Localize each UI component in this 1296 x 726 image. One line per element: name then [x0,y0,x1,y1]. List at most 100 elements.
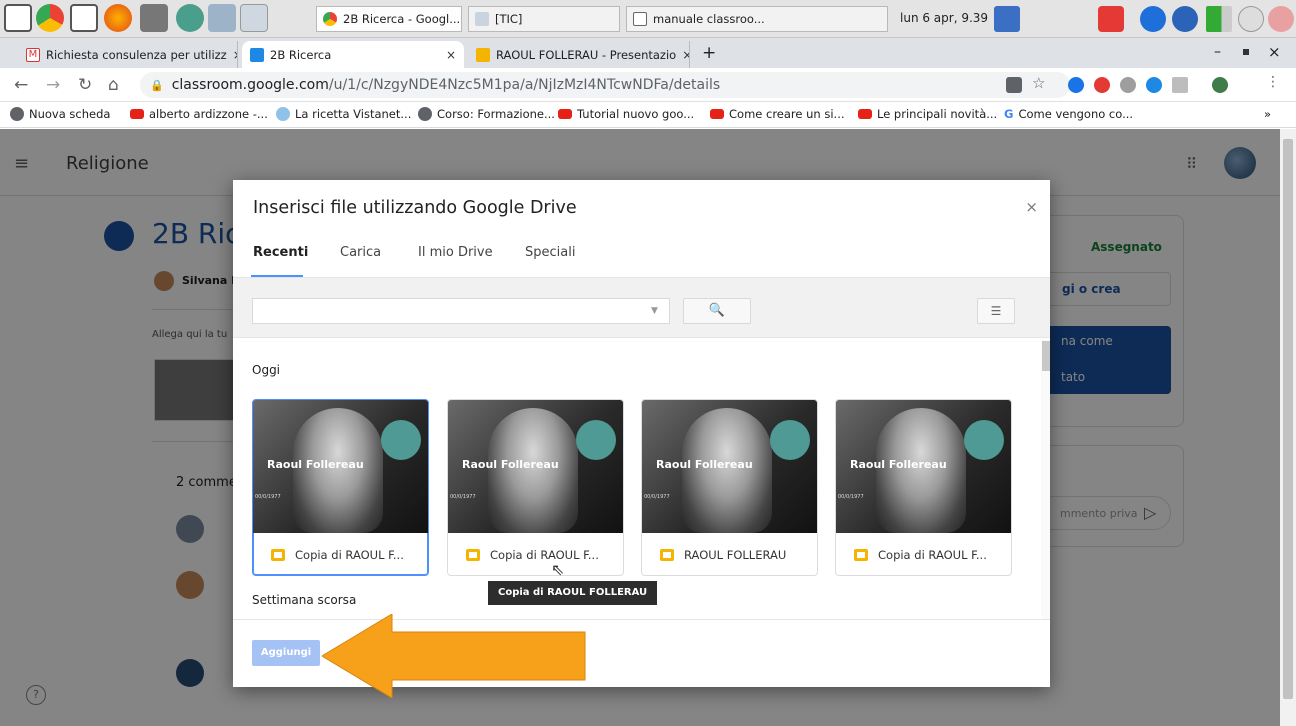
close-icon[interactable]: × [682,48,689,62]
bookmark-tutorial[interactable]: Tutorial nuovo goo... [558,107,694,121]
file-item[interactable]: Raoul Follereau 00/0/1977 Copia di RAOUL… [252,399,429,576]
volume-icon[interactable] [1238,6,1264,32]
file-item[interactable]: Raoul Follereau 00/0/1977 Copia di RAOUL… [835,399,1012,576]
clock: lun 6 apr, 9.39 [900,11,989,25]
extension-red-icon[interactable] [1094,77,1110,93]
star-icon[interactable]: ☆ [1032,74,1048,92]
bookmark-ricetta[interactable]: La ricetta Vistanet... [276,107,411,121]
lock-icon: 🔒 [150,78,164,92]
section-last-week: Settimana scorsa [252,593,357,607]
annotation-arrow-icon [322,614,586,698]
settings-launcher-icon[interactable] [176,4,204,32]
search-button[interactable]: 🔍 [683,298,751,324]
firefox-launcher-icon[interactable] [104,4,132,32]
search-input[interactable] [252,298,670,324]
user-tray-icon[interactable] [1268,6,1294,32]
chrome-tray-icon[interactable] [994,6,1020,32]
list-view-icon: ☰ [990,304,1002,318]
home-icon[interactable]: ⌂ [108,75,119,95]
bluetooth-icon[interactable] [1140,6,1166,32]
close-icon[interactable]: × [1025,198,1038,216]
tab-carica[interactable]: Carica [340,245,381,260]
list-scrollbar[interactable] [1041,339,1050,619]
globe-icon [418,107,432,121]
tab-label: Richiesta consulenza per utilizz [46,47,227,62]
note-launcher-icon[interactable] [4,4,32,32]
bookmark-come-creare[interactable]: Come creare un si... [710,107,845,121]
calendar-launcher-icon[interactable] [208,4,236,32]
maximize-icon[interactable] [1243,49,1249,55]
add-button[interactable]: Aggiungi [252,640,320,666]
extension-pen-icon[interactable] [1146,77,1162,93]
bookmarks-more[interactable]: » [1264,107,1271,121]
profile-icon[interactable] [1212,77,1228,93]
window-close-icon[interactable]: × [1268,43,1281,61]
tab-speciali[interactable]: Speciali [525,245,575,260]
tab-il-mio-drive[interactable]: Il mio Drive [418,245,493,260]
search-icon: 🔍 [708,303,726,318]
chevron-down-icon[interactable]: ▼ [651,306,658,316]
reload-icon[interactable]: ↻ [78,75,92,95]
translate-icon[interactable] [1006,77,1022,93]
forward-icon[interactable]: → [46,75,60,95]
scrollbar-thumb[interactable] [1042,341,1050,371]
tab-label: RAOUL FOLLERAU - Presentazio [496,47,677,62]
tab-recenti[interactable]: Recenti [253,245,308,260]
youtube-icon [558,109,572,119]
list-view-button[interactable]: ☰ [977,298,1015,324]
back-icon[interactable]: ← [14,75,28,95]
google-icon: G [1004,107,1014,121]
file-item[interactable]: Raoul Follereau 00/0/1977 Copia di RAOUL… [447,399,624,576]
slides-icon [466,549,480,561]
file-list: Oggi Raoul Follereau 00/0/1977 Copia di … [233,339,1050,619]
task-label: 2B Ricerca - Googl... [343,12,461,26]
chrome-icon [323,12,337,26]
file-thumbnail: Raoul Follereau 00/0/1977 [642,400,817,533]
file-launcher-icon[interactable] [70,4,98,32]
document-icon [633,12,647,26]
bookmark-corso[interactable]: Corso: Formazione... [418,107,555,121]
shield-icon[interactable] [1172,6,1198,32]
camera-launcher-icon[interactable] [140,4,168,32]
task-chrome[interactable]: 2B Ricerca - Googl... [316,6,462,32]
leaf-icon [276,107,290,121]
close-icon[interactable]: × [233,48,237,62]
task-manuale[interactable]: manuale classroo... [626,6,888,32]
power-icon[interactable] [1098,6,1124,32]
minimize-icon[interactable]: – [1214,44,1221,60]
extension-gray-icon[interactable] [1120,77,1136,93]
tab-2b-ricerca[interactable]: 2B Ricerca × [242,41,464,68]
slides-icon [854,549,868,561]
gmail-icon: M [26,47,40,62]
file-name: Copia di RAOUL F... [295,548,404,562]
drive-picker-dialog: Inserisci file utilizzando Google Drive … [233,180,1050,687]
bookmark-nuova-scheda[interactable]: Nuova scheda [10,107,110,121]
tab-richiesta[interactable]: M Richiesta consulenza per utilizz × [18,41,238,68]
file-item[interactable]: Raoul Follereau 00/0/1977 RAOUL FOLLERAU [641,399,818,576]
scrollbar-thumb[interactable] [1283,139,1293,699]
network-icon[interactable] [1206,6,1232,32]
bookmark-come-vengono[interactable]: G Come vengono co... [1004,107,1133,121]
menu-icon[interactable]: ⋮ [1266,74,1282,90]
tab-raoul-follerau[interactable]: RAOUL FOLLERAU - Presentazio × [468,41,690,68]
bookmark-novita[interactable]: Le principali novità... [858,107,997,121]
task-tic[interactable]: [TIC] [468,6,620,32]
extension-blue-icon[interactable] [1068,77,1084,93]
extension-grid-icon[interactable] [1172,77,1188,93]
decor-circle [381,420,421,460]
search-row: ▼ 🔍 ☰ [233,278,1050,338]
bookmark-alberto[interactable]: alberto ardizzone -... [130,107,268,121]
new-tab-button[interactable]: + [702,43,716,63]
page-scrollbar[interactable] [1280,129,1296,726]
slides-icon [271,549,285,561]
decor-circle [964,420,1004,460]
window-launcher-icon[interactable] [240,4,268,32]
address-bar[interactable]: 🔒 classroom.google.com/u/1/c/NzgyNDE4Nzc… [140,72,1070,98]
tab-label: 2B Ricerca [270,47,332,62]
file-tooltip: Copia di RAOUL FOLLERAU [488,581,658,605]
close-icon[interactable]: × [446,48,456,62]
slides-icon [660,549,674,561]
file-name: Copia di RAOUL F... [878,548,987,562]
youtube-icon [710,109,724,119]
chrome-launcher-icon[interactable] [36,4,64,32]
